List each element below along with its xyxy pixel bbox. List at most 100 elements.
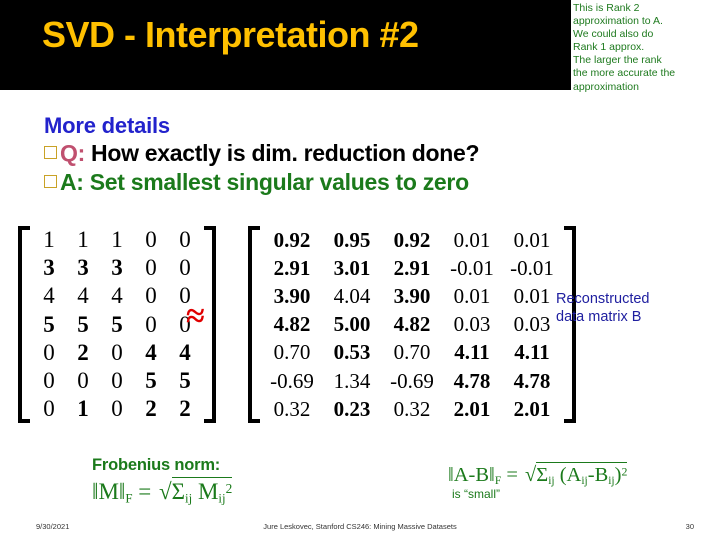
slide-footer: 9/30/2021 Jure Leskovec, Stanford CS246:… (0, 522, 720, 536)
sigma-icon: Σ (536, 464, 549, 486)
matrix-cell: 0 (43, 396, 55, 422)
frobenius-radicand: Σij Mij2 (171, 477, 233, 507)
matrix-cell: 1 (43, 227, 55, 253)
matrix-cell: -0.69 (390, 368, 434, 393)
error-radicand: Σij (Aij-Bij)2 (536, 462, 628, 487)
matrix-cell: 0.01 (513, 283, 551, 308)
matrix-cell: 0 (111, 396, 123, 422)
radical-icon: √ (159, 479, 172, 504)
matrix-cell: 3.90 (273, 283, 311, 308)
matrix-cell: 0 (179, 227, 191, 253)
matrix-left-bracket (248, 226, 260, 423)
note-line: Rank 1 approx. (573, 41, 645, 54)
matrix-cell: 1.34 (333, 368, 371, 393)
matrix-cell: 5 (179, 368, 191, 394)
frobenius-lhs-sub: F (125, 491, 133, 506)
matrix-cell: 0 (145, 227, 157, 253)
matrix-cell: 0 (111, 339, 123, 365)
frobenius-term-sup: 2 (225, 481, 233, 496)
frobenius-norm-title: Frobenius norm: (92, 456, 221, 474)
matrix-cell: 0.23 (333, 396, 371, 421)
matrix-row: 0.70 0.53 0.70 4.11 4.11 (262, 339, 562, 367)
error-equals: = (501, 464, 524, 486)
matrix-row: 00055 (32, 367, 202, 395)
matrix-cell: 5.00 (333, 312, 371, 337)
matrix-cell: 3.90 (393, 283, 431, 308)
matrix-cell: 0 (77, 368, 89, 394)
rank-approximation-note: This is Rank 2 approximation to A. We co… (573, 2, 720, 94)
matrix-cell: 1 (111, 227, 123, 253)
matrix-row: -0.69 1.34 -0.69 4.78 4.78 (262, 367, 562, 395)
question-prefix: Q: (60, 140, 85, 166)
matrix-cell: 5 (145, 368, 157, 394)
matrix-cell: 2.01 (513, 396, 551, 421)
matrix-cell: 4.78 (453, 368, 491, 393)
matrix-cell: 0.95 (333, 227, 371, 252)
error-norm-block: ‖A-B‖F = √Σij (Aij-Bij)2 (448, 462, 628, 487)
matrix-cell: 4 (111, 283, 123, 309)
matrix-a-table: 11100333004440055500020440005501022 (32, 226, 202, 423)
matrix-row: 02044 (32, 339, 202, 367)
matrix-cell: 5 (43, 311, 55, 337)
matrix-cell: 0.03 (513, 312, 551, 337)
error-norm-formula: ‖A-B‖F = √Σij (Aij-Bij)2 (448, 462, 628, 487)
matrix-row: 01022 (32, 395, 202, 423)
sigma-icon: Σ (171, 479, 186, 504)
matrix-cell: 3 (43, 255, 55, 281)
matrix-cell: 2 (77, 339, 89, 365)
reconstructed-label-line2: data matrix B (556, 309, 642, 325)
error-lhs: ‖A-B‖ (448, 464, 495, 486)
radical-icon: √ (525, 464, 537, 486)
matrix-cell: 2.91 (393, 255, 431, 280)
note-line: approximation to A. (573, 15, 663, 28)
matrix-left-bracket (18, 226, 30, 423)
matrix-cell: 4.78 (513, 368, 551, 393)
matrix-cell: 0.70 (393, 340, 431, 365)
matrix-cell: 4.04 (333, 283, 371, 308)
matrix-cell: 2 (145, 396, 157, 422)
matrix-cell: 0.01 (453, 227, 491, 252)
note-line: This is Rank 2 (573, 2, 640, 14)
matrix-row: 3.90 4.04 3.90 0.01 0.01 (262, 282, 562, 310)
matrix-cell: 0 (145, 311, 157, 337)
answer-text: Set smallest singular values to zero (83, 169, 469, 195)
matrix-cell: 4.82 (273, 312, 311, 337)
bullet-lead: More details (44, 113, 170, 138)
note-line: approximation (573, 80, 639, 93)
matrix-row: 2.91 3.01 2.91 -0.01 -0.01 (262, 254, 562, 282)
matrix-cell: 4.11 (454, 340, 490, 365)
note-line: the more accurate the (573, 67, 676, 80)
matrix-cell: 5 (77, 311, 89, 337)
reconstructed-data-matrix: 0.92 0.95 0.92 0.01 0.01 2.91 3.01 2.91 -0.01 -0.… (248, 226, 576, 423)
matrix-row: 44400 (32, 282, 202, 310)
frobenius-norm-formula: ‖M‖F = √Σij Mij2 (92, 477, 233, 507)
matrix-cell: 2.01 (453, 396, 491, 421)
error-open: (A (554, 464, 582, 486)
bullet-answer: A: Set smallest singular values to zero (44, 168, 604, 197)
matrix-b-table: 0.92 0.95 0.92 0.01 0.01 2.91 3.01 2.91 -0.01 -0.… (262, 226, 562, 423)
frobenius-norm-block: Frobenius norm: ‖M‖F = √Σij Mij2 (92, 456, 233, 507)
matrix-right-bracket (204, 226, 216, 423)
answer-prefix: A: (60, 169, 84, 195)
matrix-cell: 0.53 (333, 340, 371, 365)
matrix-cell: 4.82 (393, 312, 431, 337)
square-bullet-icon (44, 146, 57, 160)
matrix-cell: 3 (77, 255, 89, 281)
square-bullet-icon (44, 175, 57, 189)
matrix-cell: -0.01 (450, 255, 494, 280)
matrix-cell: -0.01 (510, 255, 554, 280)
matrix-cell: 0 (179, 255, 191, 281)
page-title: SVD - Interpretation #2 (42, 14, 419, 55)
matrix-cell: 0.92 (393, 227, 431, 252)
matrix-cell: 2.91 (273, 255, 311, 280)
slide-canvas: SVD - Interpretation #2 This is Rank 2 a… (0, 0, 720, 540)
note-line: The larger the rank (573, 54, 662, 67)
error-small-note: is “small” (452, 487, 500, 501)
matrix-cell: -0.69 (270, 368, 314, 393)
matrix-cell: 0.01 (513, 227, 551, 252)
frobenius-term-sub: ij (218, 491, 226, 506)
matrix-cell: 1 (77, 227, 89, 253)
approx-equals-icon: ≈ (186, 298, 205, 335)
matrix-cell: 4 (179, 339, 191, 365)
matrix-cell: 4 (77, 283, 89, 309)
